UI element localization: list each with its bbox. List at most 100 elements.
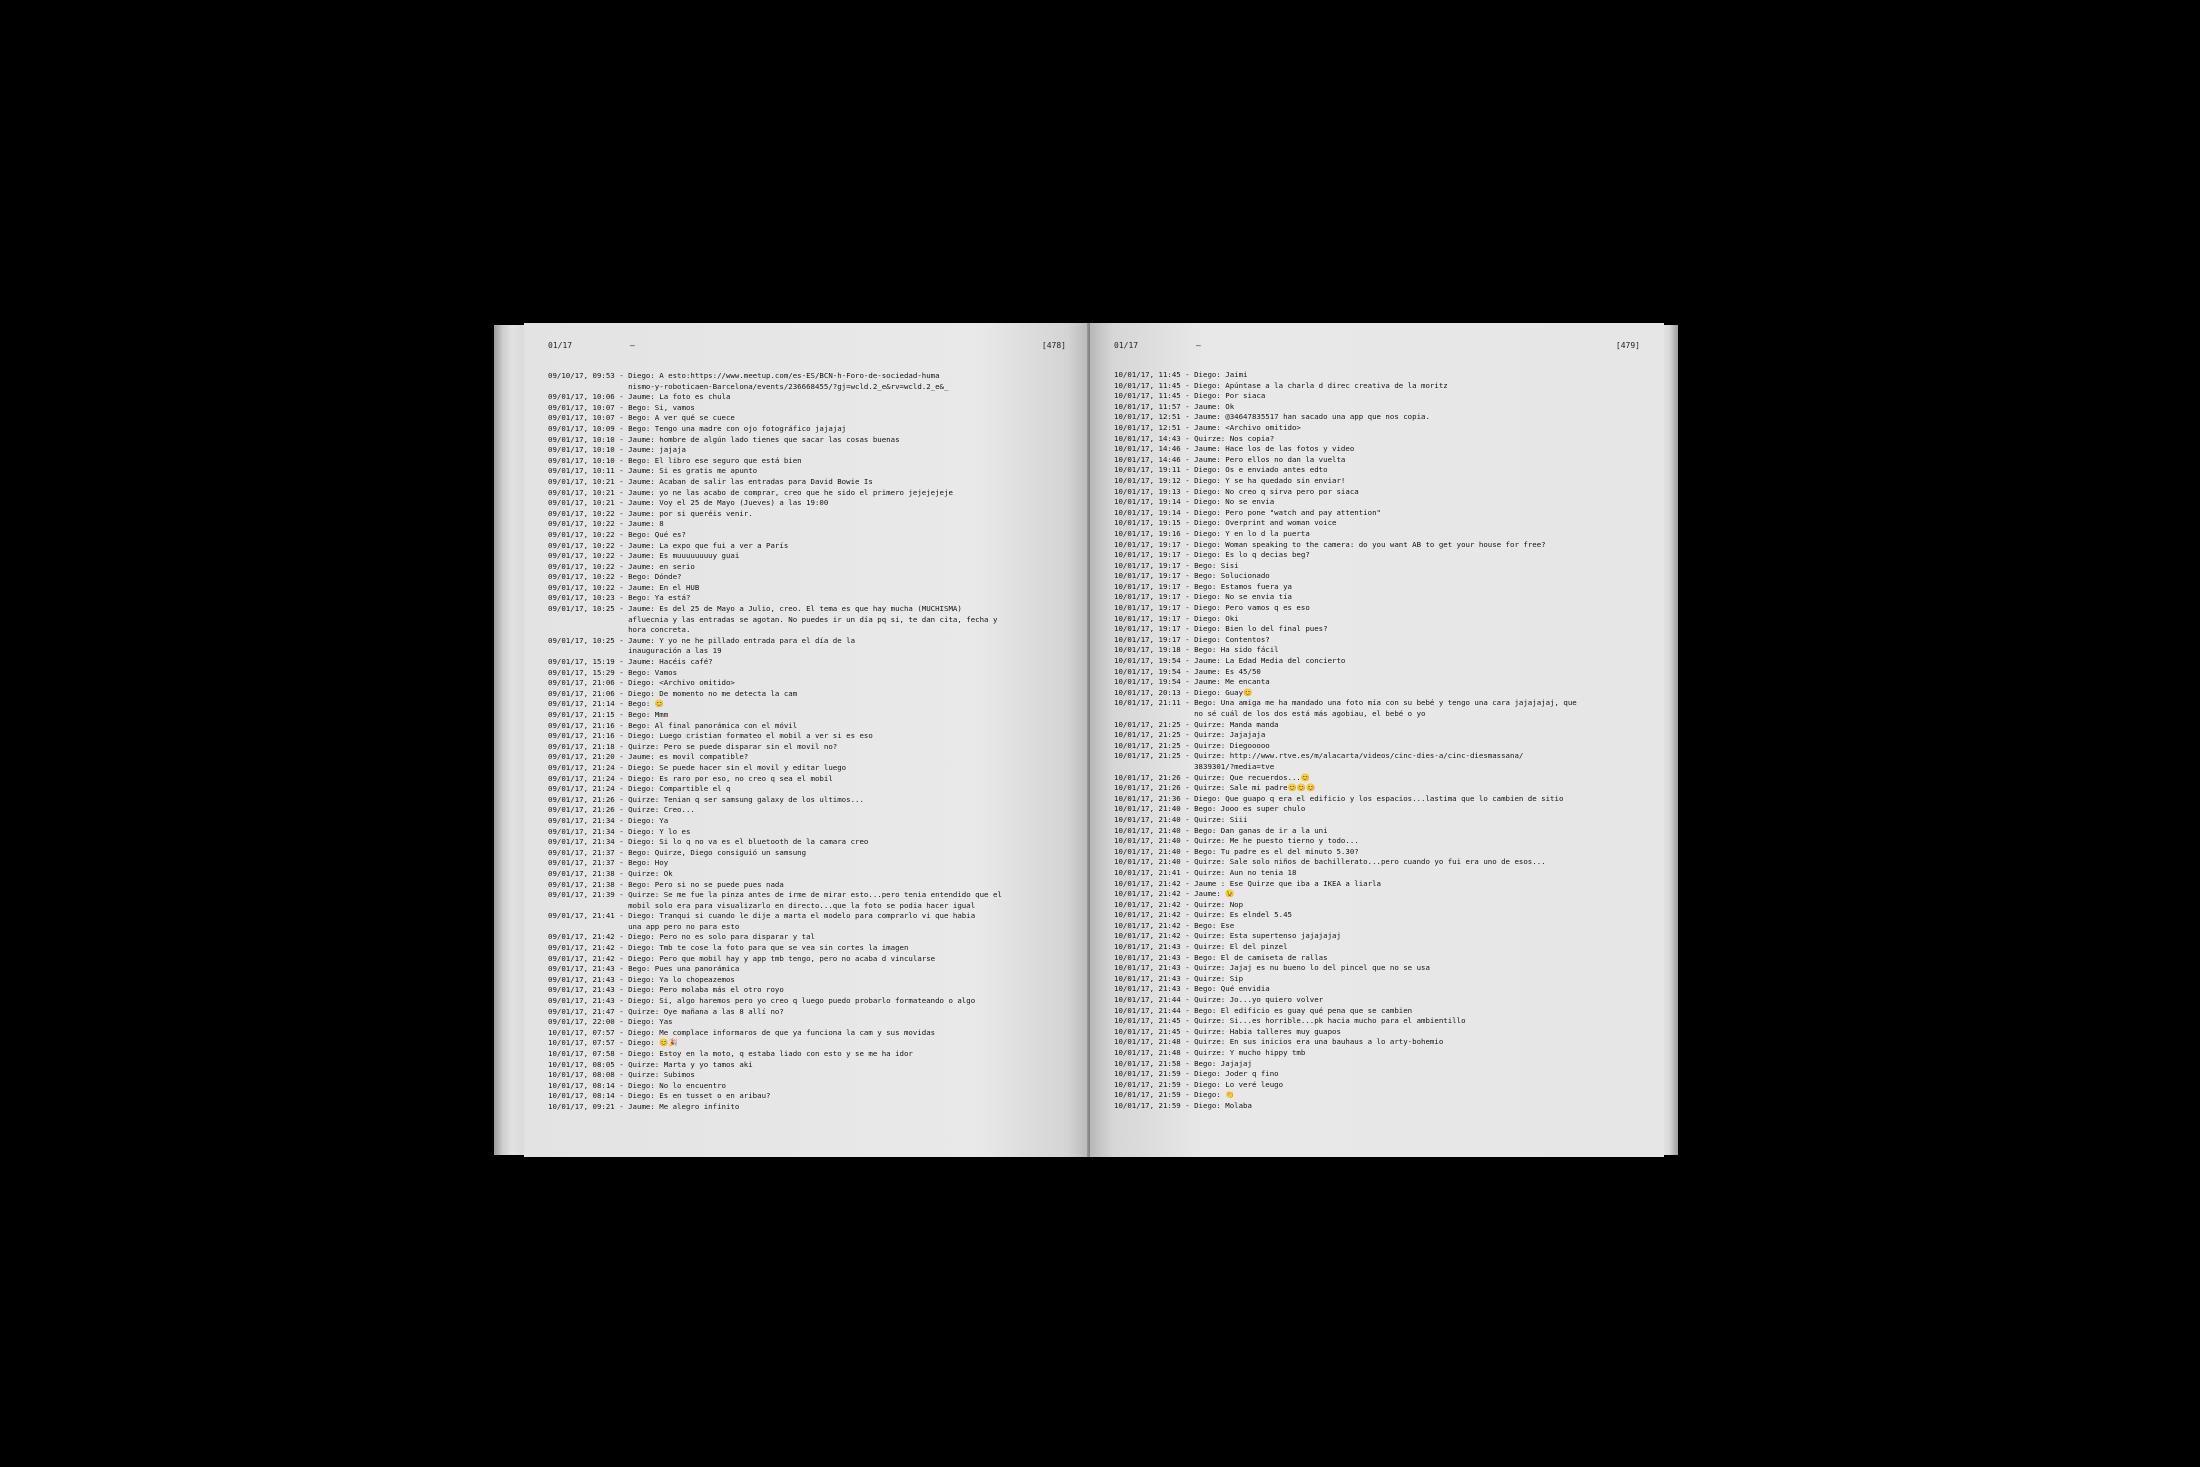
- chat-line-message: Diego: Lo veré leugo: [1194, 1079, 1284, 1089]
- chat-line-message: Bego: Si, vamos: [628, 402, 695, 412]
- chat-line-message: Bego: Ha sido fácil: [1194, 645, 1279, 655]
- chat-line-timestamp: 10/01/17, 19:15 -: [1114, 518, 1195, 528]
- chat-line-timestamp: 10/01/17, 19:17 -: [1114, 560, 1195, 570]
- chat-line: 09/01/17, 10:22 - Jaume: por si queréis …: [548, 509, 1074, 520]
- chat-line-timestamp: 10/01/17, 19:54 -: [1114, 656, 1195, 666]
- chat-line-message: Diego: No creo q sirva pero por siaca: [1194, 486, 1359, 496]
- chat-line-timestamp: 10/01/17, 21:59 -: [1114, 1090, 1195, 1100]
- chat-line-timestamp: 10/01/17, 19:17 -: [1114, 550, 1195, 560]
- chat-line-timestamp: 10/01/17, 21:58 -: [1114, 1058, 1195, 1068]
- chat-line-timestamp: 10/01/17, 21:42 -: [1114, 910, 1195, 920]
- chat-line-timestamp: 10/01/17, 08:08 -: [548, 1070, 629, 1080]
- chat-line-message: Bego: El de camiseta de rallas: [1194, 952, 1328, 962]
- chat-line-timestamp: 10/01/17, 21:26 -: [1114, 783, 1195, 793]
- chat-line: 09/01/17, 10:22 - Jaume: en serio: [548, 562, 1074, 573]
- chat-line-message: Quirze: En sus inicios era una bauhaus a…: [1194, 1037, 1444, 1047]
- chat-line: 10/01/17, 19:15 - Diego: Overprint and w…: [1114, 518, 1648, 529]
- chat-line-message: Diego: Contentos?: [1194, 634, 1270, 644]
- chat-line-message: Jaume: La foto es chula: [628, 392, 731, 402]
- chat-line: 10/01/17, 19:17 - Diego: No se envia tía: [1114, 592, 1648, 603]
- left-page-header: 01/17 – [478]: [548, 341, 1066, 353]
- chat-line-timestamp: 09/01/17, 10:21 -: [548, 487, 629, 497]
- chat-line: 09/01/17, 21:37 - Bego: Hoy: [548, 858, 1074, 869]
- chat-line: 10/01/17, 21:43 - Bego: El de camiseta d…: [1114, 953, 1648, 964]
- chat-line-timestamp: 10/01/17, 21:41 -: [1114, 867, 1195, 877]
- chat-line-message: Quirze: Siii: [1194, 814, 1248, 824]
- chat-line-message: Jaume: es movil compatible?: [628, 752, 749, 762]
- chat-line-timestamp: 10/01/17, 21:59 -: [1114, 1100, 1195, 1110]
- chat-line-message: Quirze: Me he puesto tierno y todo...: [1194, 836, 1359, 846]
- chat-line-message: Jaume: Voy el 25 de Mayo (Jueves) a las …: [628, 498, 829, 508]
- chat-line-timestamp: 09/01/17, 21:15 -: [548, 710, 629, 719]
- chat-line-message: Diego: Woman speaking to the camera: do …: [1194, 539, 1546, 549]
- chat-line: 09/01/17, 21:06 - Diego: De momento no m…: [548, 689, 1074, 700]
- chat-line-timestamp: 09/01/17, 10:22 -: [548, 572, 629, 582]
- chat-line-message: Diego: Es lo q decias beg?: [1194, 550, 1310, 560]
- chat-line-message: Jaume: Me encanta: [1194, 677, 1270, 687]
- chat-line: 10/01/17, 19:17 - Bego: Estamos fuera ya: [1114, 582, 1648, 593]
- chat-line-message: Quirze: Manda manda: [1194, 719, 1279, 729]
- chat-line-timestamp: 09/01/17, 21:16 -: [548, 720, 629, 730]
- chat-line: 10/01/17, 21:25 - Quirze: Manda manda: [1114, 720, 1648, 731]
- chat-line: 09/01/17, 10:22 - Bego: Qué es?: [548, 530, 1074, 541]
- chat-line: 10/01/17, 21:42 - Jaume : Ese Quirze que…: [1114, 879, 1648, 890]
- chat-line-message: Diego: Ya lo chopeazemos: [628, 974, 735, 984]
- chat-line-message: Diego: Molaba: [1194, 1100, 1252, 1110]
- chat-line: 10/01/17, 11:57 - Jaume: Ok: [1114, 402, 1648, 413]
- chat-line-timestamp: 10/01/17, 19:12 -: [1114, 475, 1195, 485]
- chat-line: 09/01/17, 10:10 - Bego: El libro ese seg…: [548, 456, 1074, 467]
- chat-line-message: Diego: Si lo q no va es el bluetooth de …: [628, 837, 869, 847]
- chat-line: 10/01/17, 21:59 - Diego: Joder q fino: [1114, 1069, 1648, 1080]
- right-page: 01/17 – [479] 10/01/17, 11:45 - Diego: J…: [1090, 323, 1664, 1157]
- chat-line-message: Diego: Pero no es solo para disparar y t…: [628, 932, 815, 942]
- chat-line: 09/01/17, 10:25 - Jaume: Y yo ne he pill…: [548, 636, 1074, 657]
- chat-line-message: Jaume : Ese Quirze que iba a IKEA a liar…: [1194, 878, 1381, 888]
- chat-line: 10/01/17, 21:25 - Quirze: http://www.rtv…: [1114, 751, 1648, 772]
- chat-line-timestamp: 10/01/17, 19:54 -: [1114, 677, 1195, 687]
- chat-line-message: Diego: Y lo es: [628, 826, 691, 836]
- chat-line-message: Jaume: Hace los de las fotos y video: [1194, 444, 1355, 454]
- chat-line-timestamp: 10/01/17, 19:17 -: [1114, 634, 1195, 644]
- chat-line-message: Diego: De momento no me detecta la cam: [628, 688, 798, 698]
- chat-line: 09/01/17, 21:24 - Diego: Se puede hacer …: [548, 763, 1074, 774]
- chat-line-timestamp: 10/01/17, 19:11 -: [1114, 465, 1195, 475]
- chat-line: 10/01/17, 19:13 - Diego: No creo q sirva…: [1114, 487, 1648, 498]
- chat-line-message: Diego: Luego cristian formateo el mobil …: [628, 731, 873, 741]
- chat-line-message: Quirze: Jajaj es nu bueno lo del pincel …: [1194, 963, 1430, 973]
- chat-line-message: Diego: Que guapo q era el edificio y los…: [1194, 793, 1564, 803]
- chat-line: 09/01/17, 21:37 - Bego: Quirze, Diego co…: [548, 848, 1074, 859]
- chat-line: 10/01/17, 21:45 - Quirze: Habia talleres…: [1114, 1027, 1648, 1038]
- chat-line-timestamp: 09/01/17, 10:22 -: [548, 540, 629, 550]
- chat-line-timestamp: 09/01/17, 21:42 -: [548, 953, 629, 963]
- chat-line-message: Jaume: Si es gratis me apunto: [628, 466, 758, 476]
- chat-line-timestamp: 09/01/17, 10:07 -: [548, 413, 629, 423]
- chat-line-timestamp: 10/01/17, 21:42 -: [1114, 899, 1195, 909]
- chat-line: 09/01/17, 10:11 - Jaume: Si es gratis me…: [548, 466, 1074, 477]
- chat-line: 09/01/17, 21:42 - Diego: Pero no es solo…: [548, 932, 1074, 943]
- chat-line-timestamp: 09/01/17, 21:14 -: [548, 699, 629, 709]
- chat-line-message: Diego: Estoy en la moto, q estaba liado …: [628, 1049, 913, 1058]
- chat-line: 10/01/17, 14:43 - Quirze: Nos copia?: [1114, 434, 1648, 445]
- chat-line: 10/01/17, 21:48 - Quirze: Y mucho hippy …: [1114, 1048, 1648, 1059]
- chat-line-message: Jaume: por si queréis venir.: [628, 508, 753, 518]
- chat-line: 10/01/17, 21:40 - Quirze: Siii: [1114, 815, 1648, 826]
- chat-line-timestamp: 09/01/17, 15:19 -: [548, 657, 629, 667]
- chat-line: 09/01/17, 21:38 - Quirze: Ok: [548, 869, 1074, 880]
- chat-line-message: Quirze: Es elndel 5.45: [1194, 910, 1292, 920]
- chat-line: 10/01/17, 21:48 - Quirze: En sus inicios…: [1114, 1037, 1648, 1048]
- chat-line-message: Quirze: http://www.rtve.es/m/alacarta/vi…: [1194, 751, 1524, 771]
- chat-line-message: Quirze: Jajajaja: [1194, 730, 1266, 740]
- chat-line-timestamp: 09/01/17, 10:25 -: [548, 604, 629, 614]
- chat-line-timestamp: 10/01/17, 21:44 -: [1114, 1005, 1195, 1015]
- chat-line-timestamp: 10/01/17, 21:43 -: [1114, 942, 1195, 952]
- chat-line: 09/01/17, 15:29 - Bego: Vamos: [548, 668, 1074, 679]
- chat-line-message: Diego: Se puede hacer sin el movil y edi…: [628, 762, 847, 772]
- left-page-header-date: 01/17: [548, 341, 573, 350]
- chat-line: 09/01/17, 21:26 - Quirze: Creo...: [548, 805, 1074, 816]
- chat-line-timestamp: 10/01/17, 19:17 -: [1114, 592, 1195, 602]
- chat-line-timestamp: 09/01/17, 10:22 -: [548, 582, 629, 592]
- chat-line-message: Bego: Pero si no se puede pues nada: [628, 879, 784, 889]
- chat-line: 10/01/17, 21:43 - Quirze: Jajaj es nu bu…: [1114, 963, 1648, 974]
- chat-line-message: Quirze: Que recuerdos...😊: [1194, 772, 1311, 782]
- chat-line-message: Jaume: Me alegro infinito: [628, 1101, 740, 1111]
